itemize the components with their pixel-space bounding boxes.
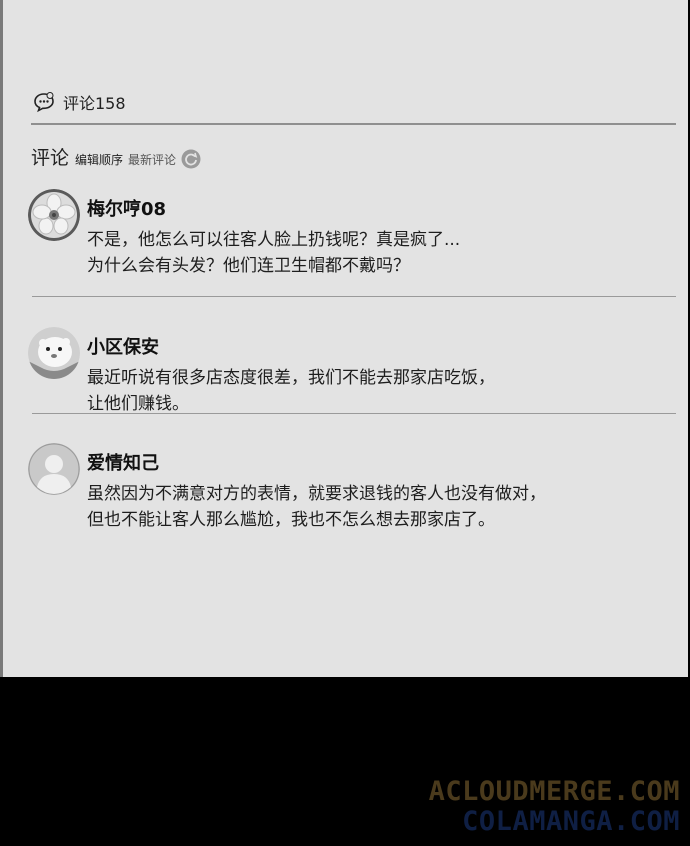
cartoon-face-avatar-icon[interactable] <box>28 327 80 379</box>
sort-option-latest[interactable]: 最新评论 <box>128 151 176 170</box>
sort-bar: 评论 编辑顺序 最新评论 <box>31 144 201 170</box>
comment-line: 虽然因为不满意对方的表情，就要求退钱的客人也没有做对， <box>87 484 546 504</box>
comment-line: 不是，他怎么可以往客人脸上扔钱呢？真是疯了... <box>87 230 461 250</box>
section-divider <box>31 123 676 125</box>
comment-text: 虽然因为不满意对方的表情，就要求退钱的客人也没有做对， 但也不能让客人那么尴尬，… <box>87 481 546 533</box>
watermark-line-1: ACLOUDMERGE.COM <box>428 776 680 807</box>
comment-text: 不是，他怎么可以往客人脸上扔钱呢？真是疯了... 为什么会有头发？他们连卫生帽都… <box>87 227 460 279</box>
refresh-icon[interactable] <box>181 149 201 169</box>
sort-option-editor-order[interactable]: 编辑顺序 <box>75 151 123 170</box>
default-user-avatar-icon[interactable] <box>28 443 80 495</box>
comment-line: 最近听说有很多店态度很差，我们不能去那家店吃饭， <box>87 368 495 388</box>
comment-count-row[interactable]: 评论158 <box>33 89 126 115</box>
comment-username[interactable]: 爱情知己 <box>87 449 159 475</box>
comment-line: 但也不能让客人那么尴尬，我也不怎么想去那家店了。 <box>87 510 495 530</box>
comment-username[interactable]: 小区保安 <box>87 333 159 359</box>
comment-count: 评论158 <box>63 94 126 113</box>
comment-text: 最近听说有很多店态度很差，我们不能去那家店吃饭， 让他们赚钱。 <box>87 365 495 417</box>
comments-panel: 评论158 评论 编辑顺序 最新评论 梅尔哼08 不是，他怎么可以往客人脸上扔钱… <box>3 0 688 677</box>
chat-bubble-icon <box>34 92 54 113</box>
comment-divider <box>32 413 676 414</box>
watermark-line-2: COLAMANGA.COM <box>462 806 680 837</box>
comment-username[interactable]: 梅尔哼08 <box>87 195 166 221</box>
comment-line: 为什么会有头发？他们连卫生帽都不戴吗？ <box>87 256 410 276</box>
flower-avatar-icon[interactable] <box>28 189 80 241</box>
comment-divider <box>32 296 676 297</box>
comments-heading: 评论 <box>31 147 70 169</box>
